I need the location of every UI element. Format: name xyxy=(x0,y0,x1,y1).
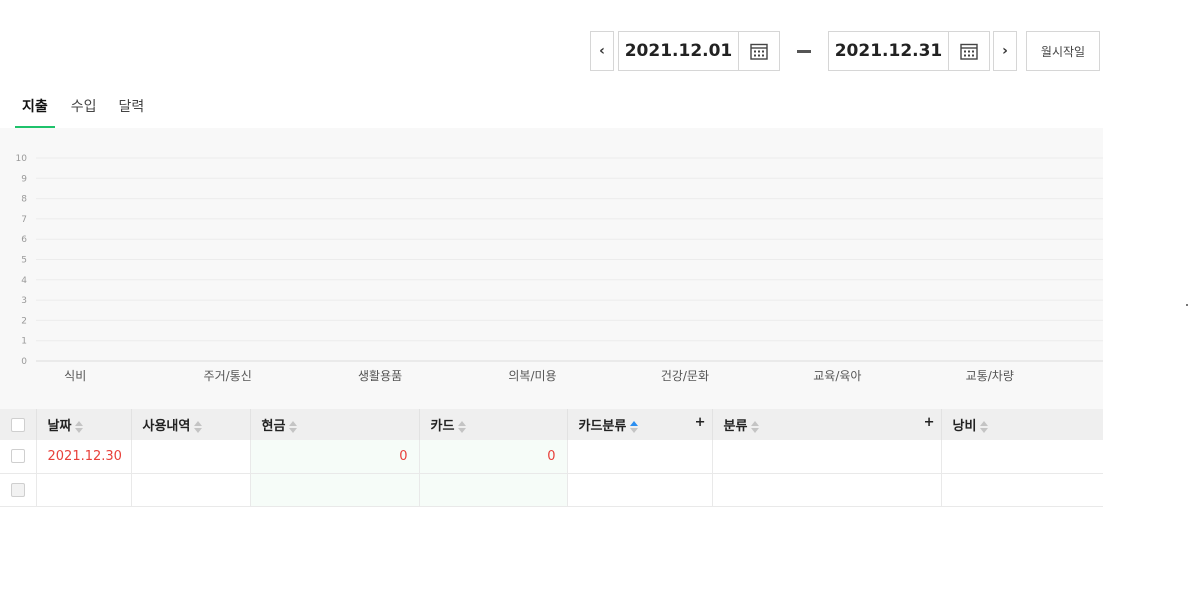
next-period-button[interactable]: › xyxy=(993,31,1017,71)
month-start-day-button[interactable]: 월시작일 xyxy=(1026,31,1100,71)
column-label: 낭비 xyxy=(952,419,977,434)
table-row[interactable]: 2021.12.30 0 0 xyxy=(0,440,1103,474)
prev-period-button[interactable]: ‹ xyxy=(590,31,614,71)
cell-date[interactable]: 2021.12.30 xyxy=(36,440,132,474)
column-header-cash[interactable]: 현금 xyxy=(250,409,420,440)
cell-waste[interactable] xyxy=(941,473,1103,507)
y-tick-label: 4 xyxy=(21,276,27,286)
calendar-icon xyxy=(750,43,768,60)
stray-dot xyxy=(1186,304,1188,306)
sort-asc-icon xyxy=(630,420,639,433)
tab-expense[interactable]: 지출 xyxy=(15,92,55,128)
cell-cash[interactable] xyxy=(250,473,420,507)
sort-icon xyxy=(194,420,203,433)
cell-waste[interactable] xyxy=(941,440,1103,474)
y-tick-label: 6 xyxy=(21,235,27,245)
end-date-field[interactable]: 2021.12.31 xyxy=(828,31,948,71)
chart-canvas: 0 1 2 3 4 5 6 7 8 9 10 식비 주거/통신 생활용품 의복/미용 건강/문화 교육/육아 교통… xyxy=(16,154,1103,383)
tab-income[interactable]: 수입 xyxy=(71,92,97,128)
cell-description[interactable] xyxy=(131,473,251,507)
sort-icon xyxy=(75,420,84,433)
expense-category-chart: 0 1 2 3 4 5 6 7 8 9 10 식비 주거/통신 생활용품 의복/미용 건강/문화 교육/육아 교통… xyxy=(0,128,1103,409)
y-tick-label: 7 xyxy=(21,215,27,225)
table-header-row: 날짜 사용내역 현금 카드 카드분류 + 분류 + 낭비 xyxy=(0,409,1103,440)
y-tick-label: 0 xyxy=(21,357,27,367)
column-label: 현금 xyxy=(261,419,286,434)
y-tick-label: 2 xyxy=(21,316,27,326)
end-date-calendar-button[interactable] xyxy=(948,31,990,71)
column-header-date[interactable]: 날짜 xyxy=(36,409,132,440)
cell-category[interactable] xyxy=(712,440,942,474)
cell-card[interactable] xyxy=(419,473,568,507)
x-tick-label: 식비 xyxy=(64,369,86,383)
y-tick-label: 8 xyxy=(21,195,27,205)
column-label: 분류 xyxy=(723,419,748,434)
tab-calendar[interactable]: 달력 xyxy=(119,92,145,128)
x-tick-label: 주거/통신 xyxy=(204,369,252,383)
x-tick-label: 건강/문화 xyxy=(661,369,709,383)
sort-icon xyxy=(289,420,298,433)
column-label: 날짜 xyxy=(47,419,72,434)
sort-icon xyxy=(980,420,989,433)
calendar-icon xyxy=(960,43,978,60)
cell-description[interactable] xyxy=(131,440,251,474)
start-date-field[interactable]: 2021.12.01 xyxy=(618,31,738,71)
select-all-checkbox[interactable] xyxy=(10,417,25,432)
cell-card-category[interactable] xyxy=(567,440,713,474)
expense-table: 날짜 사용내역 현금 카드 카드분류 + 분류 + 낭비 2021.12.30 0 … xyxy=(0,409,1103,507)
y-tick-label: 3 xyxy=(21,296,27,306)
column-header-card-category[interactable]: 카드분류 + xyxy=(567,409,713,440)
cell-cash[interactable]: 0 xyxy=(250,440,420,474)
column-header-category[interactable]: 분류 + xyxy=(712,409,942,440)
add-card-category-button[interactable]: + xyxy=(695,415,706,430)
column-header-card[interactable]: 카드 xyxy=(419,409,568,440)
cell-card-category[interactable] xyxy=(567,473,713,507)
x-tick-label: 의복/미용 xyxy=(508,369,556,383)
y-tick-label: 9 xyxy=(21,174,27,184)
x-tick-label: 교육/육아 xyxy=(813,369,861,383)
x-tick-label: 교통/차량 xyxy=(966,369,1014,383)
table-row-new[interactable] xyxy=(0,473,1103,507)
row-select-cell xyxy=(0,473,37,507)
date-range-toolbar: ‹ 2021.12.01 2021.12.31 › 월시작일 xyxy=(590,31,1100,71)
sort-icon xyxy=(751,420,760,433)
date-separator xyxy=(780,49,828,53)
column-header-waste[interactable]: 낭비 xyxy=(941,409,1103,440)
column-label: 카드분류 xyxy=(578,419,627,434)
row-checkbox[interactable] xyxy=(10,482,25,497)
x-tick-label: 생활용품 xyxy=(358,369,402,383)
select-all-cell xyxy=(0,409,37,440)
add-category-button[interactable]: + xyxy=(924,415,935,430)
cell-category[interactable] xyxy=(712,473,942,507)
cell-date[interactable] xyxy=(36,473,132,507)
column-label: 사용내역 xyxy=(142,419,191,434)
y-tick-label: 10 xyxy=(16,154,28,164)
row-checkbox[interactable] xyxy=(10,449,25,464)
sort-icon xyxy=(458,420,467,433)
y-tick-label: 1 xyxy=(21,337,27,347)
cell-card[interactable]: 0 xyxy=(419,440,568,474)
start-date-calendar-button[interactable] xyxy=(738,31,780,71)
column-header-description[interactable]: 사용내역 xyxy=(131,409,251,440)
column-label: 카드 xyxy=(430,419,455,434)
row-select-cell xyxy=(0,440,37,474)
y-tick-label: 5 xyxy=(21,256,27,266)
main-tabs: 지출 수입 달력 xyxy=(15,92,166,128)
